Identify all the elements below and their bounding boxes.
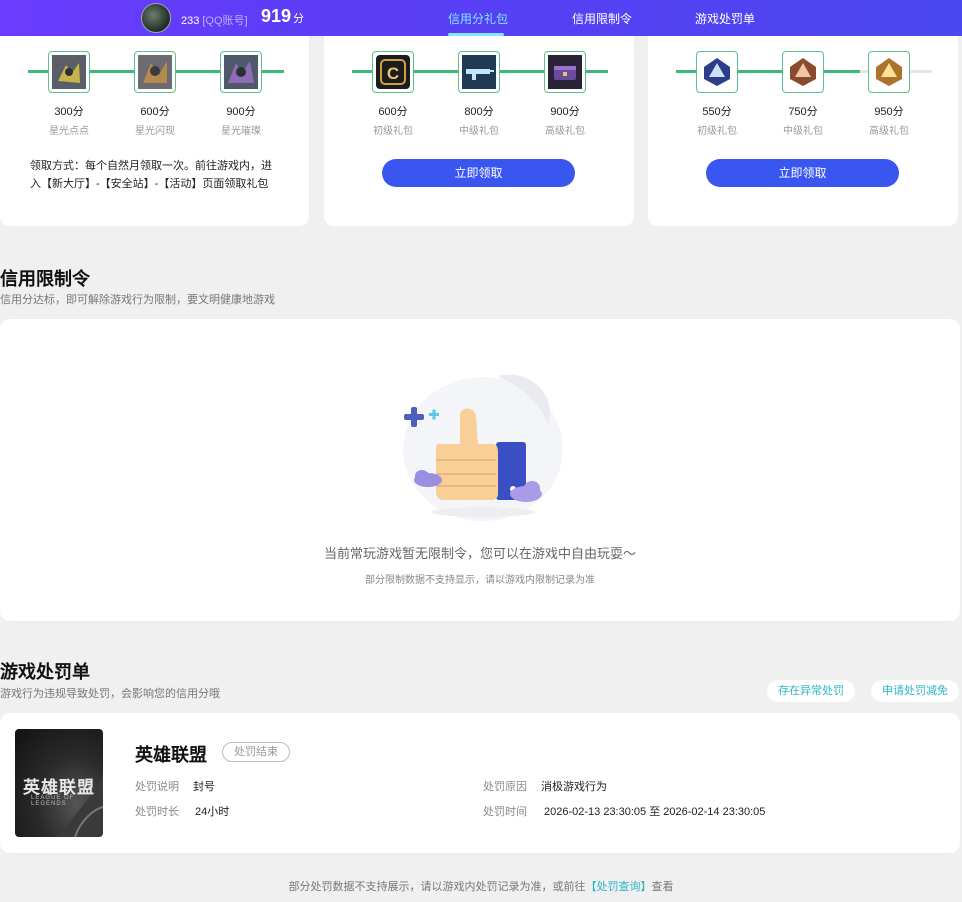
reward-item[interactable]: C 600分 初级礼包 [371, 51, 415, 137]
reward-item[interactable]: 600分 星光闪现 [133, 51, 177, 137]
reward-value: 950分 [874, 106, 904, 118]
time-value: 2026-02-13 23:30:05 至 2026-02-14 23:30:0… [544, 806, 766, 818]
reward-name: 高级礼包 [869, 126, 909, 137]
thumbs-up-illustration [398, 364, 568, 524]
claim-button[interactable]: 立即领取 [706, 159, 899, 187]
reward-value: 900分 [226, 106, 256, 118]
user-info: 233 [QQ账号] [181, 12, 248, 28]
thumb-subtitle: LEAGUE OF LEGENDS [31, 795, 75, 807]
starlight-brilliant-icon [220, 51, 262, 93]
empty-state-message: 当前常玩游戏暂无限制令，您可以在游戏中自由玩耍～ [323, 546, 636, 561]
duration-value: 24小时 [195, 806, 230, 818]
reward-name: 初级礼包 [697, 126, 737, 137]
avatar[interactable] [141, 3, 171, 33]
reward-item[interactable]: 900分 星光璀璨 [219, 51, 263, 137]
reward-value: 800分 [464, 106, 494, 118]
reward-item[interactable]: 900分 高级礼包 [543, 51, 587, 137]
empty-state-note: 部分限制数据不支持显示，请以游戏内限制记录为准 [365, 575, 595, 586]
restriction-subtitle: 信用分达标，即可解除游戏行为限制，要文明健康地游戏 [0, 294, 275, 306]
reward-card-starlight: 300分 星光点点 600分 星光闪现 900分 星光璀璨 领取方式：每个自然月… [0, 36, 309, 226]
reward-item[interactable]: 950分 高级礼包 [867, 51, 911, 137]
status-badge: 处罚结束 [222, 742, 290, 762]
footer-suffix: 查看 [651, 881, 674, 893]
penalty-title: 游戏处罚单 [0, 662, 90, 682]
abnormal-penalty-button[interactable]: 存在异常处罚 [767, 680, 855, 702]
svg-text:C: C [387, 64, 399, 83]
game-name: 英雄联盟 [135, 745, 207, 765]
reward-value: 600分 [378, 106, 408, 118]
c-badge-icon: C [372, 51, 414, 93]
duration-label: 处罚时长 [135, 806, 179, 818]
reward-value: 900分 [550, 106, 580, 118]
claim-instructions: 领取方式：每个自然月领取一次。前往游戏内，进入【新大厅】-【安全站】-【活动】页… [30, 160, 272, 190]
user-id: 233 [181, 15, 200, 27]
account-type: [QQ账号] [202, 15, 248, 27]
penalty-query-link[interactable]: 【处罚查询】 [586, 881, 652, 893]
reward-name: 星光璀璨 [221, 126, 261, 137]
tab-credit-gift[interactable]: 信用分礼包 [448, 10, 508, 27]
reward-name: 中级礼包 [459, 126, 499, 137]
rank-gold-icon [868, 51, 910, 93]
claim-button[interactable]: 立即领取 [382, 159, 575, 187]
reward-item[interactable]: 800分 中级礼包 [457, 51, 501, 137]
reward-value: 750分 [788, 106, 818, 118]
tab-restriction[interactable]: 信用限制令 [572, 10, 632, 27]
reward-item[interactable]: 550分 初级礼包 [695, 51, 739, 137]
reward-card-rank: 550分 初级礼包 750分 中级礼包 950分 高级礼包 立即领取 [648, 36, 958, 226]
score-value: 919 [261, 6, 292, 26]
desc-label: 处罚说明 [135, 781, 179, 793]
starlight-flash-icon [134, 51, 176, 93]
reward-name: 星光点点 [49, 126, 89, 137]
reward-name: 中级礼包 [783, 126, 823, 137]
crate-icon [544, 51, 586, 93]
reward-item[interactable]: 750分 中级礼包 [781, 51, 825, 137]
top-bar: 233 [QQ账号] 919 分 信用分礼包 信用限制令 游戏处罚单 [0, 0, 962, 36]
restriction-title: 信用限制令 [0, 269, 90, 289]
reduce-penalty-button[interactable]: 申请处罚减免 [871, 680, 959, 702]
rank-blue-icon [696, 51, 738, 93]
reward-item[interactable]: 300分 星光点点 [47, 51, 91, 137]
reward-value: 600分 [140, 106, 170, 118]
reward-name: 高级礼包 [545, 126, 585, 137]
reason-value: 消极游戏行为 [541, 781, 607, 793]
reward-name: 星光闪现 [135, 126, 175, 137]
credit-score: 919 分 [261, 6, 304, 27]
restriction-panel: 当前常玩游戏暂无限制令，您可以在游戏中自由玩耍～ 部分限制数据不支持显示，请以游… [0, 319, 960, 621]
game-thumbnail: 英雄联盟 LEAGUE OF LEGENDS [15, 729, 103, 837]
starlight-dot-icon [48, 51, 90, 93]
rank-bronze-icon [782, 51, 824, 93]
reward-name: 初级礼包 [373, 126, 413, 137]
reward-value: 550分 [702, 106, 732, 118]
footer-note: 部分处罚数据不支持展示，请以游戏内处罚记录为准，或前往【处罚查询】查看 [0, 878, 962, 894]
footer-text: 部分处罚数据不支持展示，请以游戏内处罚记录为准，或前往 [288, 881, 586, 893]
time-label: 处罚时间 [483, 806, 527, 818]
reason-label: 处罚原因 [483, 781, 527, 793]
reward-card-cf: C 600分 初级礼包 800分 中级礼包 900分 高级礼包 立即领取 [324, 36, 634, 226]
reward-value: 300分 [54, 106, 84, 118]
score-unit: 分 [293, 13, 305, 25]
rifle-icon [458, 51, 500, 93]
penalty-subtitle: 游戏行为违规导致处罚，会影响您的信用分哦 [0, 688, 220, 700]
penalty-record-card: 英雄联盟 LEAGUE OF LEGENDS 英雄联盟 处罚结束 处罚说明 封号… [0, 713, 960, 853]
desc-value: 封号 [193, 781, 215, 793]
tab-penalty[interactable]: 游戏处罚单 [695, 10, 755, 27]
